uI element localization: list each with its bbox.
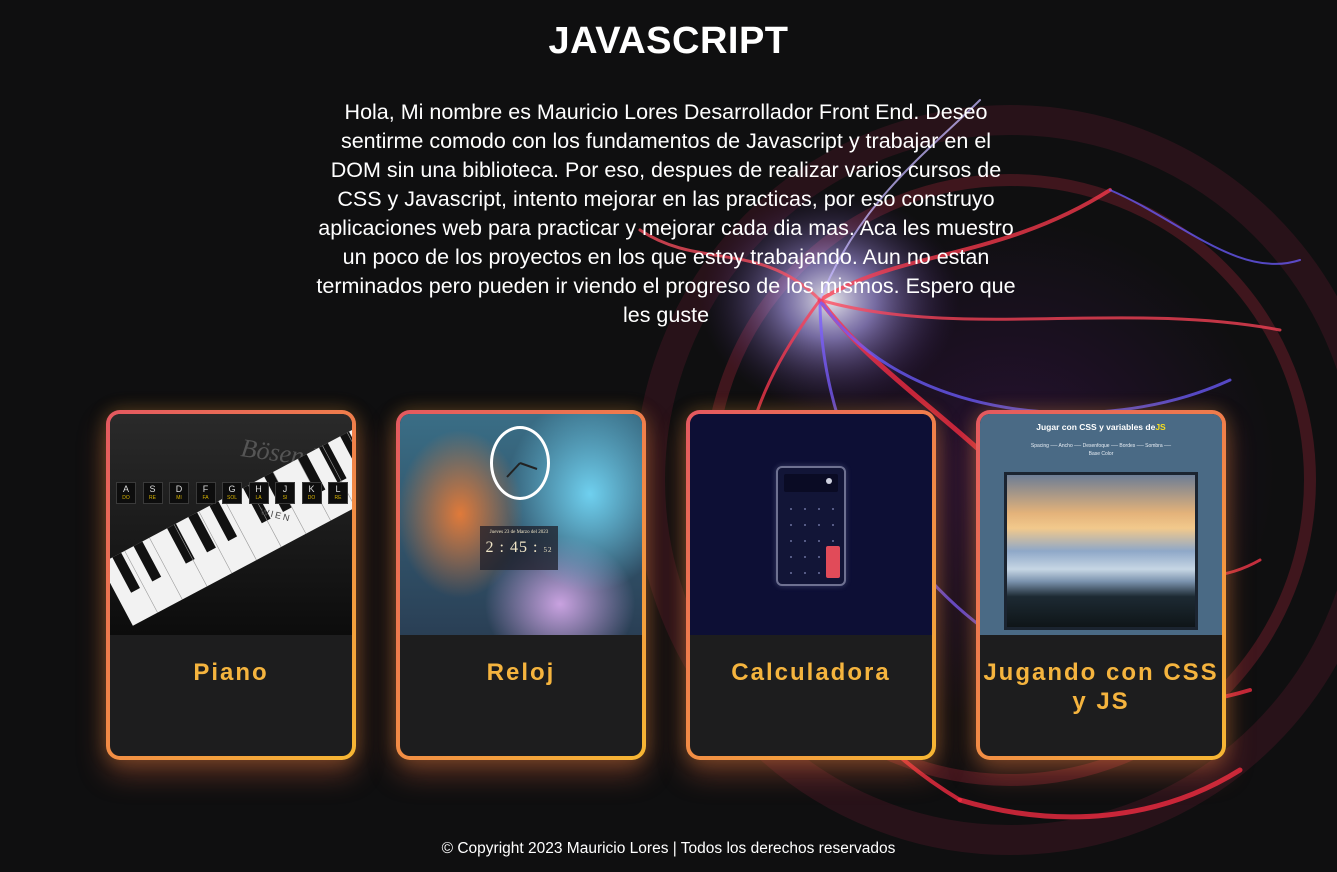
calc-key (832, 524, 834, 526)
piano-key-label: K DO (301, 482, 322, 504)
calc-key (832, 540, 834, 542)
footer-copyright: © Copyright 2023 Mauricio Lores | Todos … (441, 840, 896, 857)
calc-key (804, 524, 806, 526)
calc-key (818, 540, 820, 542)
project-card-css-js[interactable]: Jugar con CSS y variables deJS Spacing ─… (976, 410, 1226, 760)
calc-key (804, 540, 806, 542)
intro-paragraph: Hola, Mi nombre es Mauricio Lores Desarr… (316, 100, 1016, 327)
clock-display: Jueves 23 de Marzo del 2023 2 : 45 : 52 (480, 526, 558, 570)
clock-date: Jueves 23 de Marzo del 2023 (489, 530, 549, 535)
piano-key-label: G SOL (222, 482, 242, 504)
calc-key (804, 556, 806, 558)
card-title: Piano (193, 659, 269, 686)
card-body: Jueves 23 de Marzo del 2023 2 : 45 : 52 … (400, 414, 642, 756)
preview-heading: Jugar con CSS y variables deJS (1036, 422, 1166, 432)
calc-key (790, 508, 792, 510)
calculadora-preview-image (690, 414, 932, 635)
project-card-reloj[interactable]: Jueves 23 de Marzo del 2023 2 : 45 : 52 … (396, 410, 646, 760)
piano-key-label: D MI (169, 482, 189, 504)
card-title: Calculadora (731, 659, 891, 686)
preview-controls: Spacing ── Ancho ── Desenfoque ── Bordes… (1030, 443, 1172, 457)
calc-key (790, 556, 792, 558)
clock-face (490, 426, 550, 500)
calculator-graphic (776, 466, 846, 586)
piano-key-label: J SI (275, 482, 295, 504)
calc-key (790, 540, 792, 542)
project-card-calculadora[interactable]: Calculadora (686, 410, 936, 760)
css-js-preview-image: Jugar con CSS y variables deJS Spacing ─… (980, 414, 1222, 635)
card-body: Bösendorfer WIEN A DO S RE D MI F FA G S… (110, 414, 352, 756)
card-body: Calculadora (690, 414, 932, 756)
page-title: JAVASCRIPT (548, 20, 789, 62)
calc-key (818, 572, 820, 574)
piano-key-label: H LA (248, 482, 269, 504)
calc-key (832, 508, 834, 510)
landscape-photo (1004, 472, 1198, 630)
calc-key (804, 572, 806, 574)
calc-key (818, 508, 820, 510)
equals-key (826, 546, 840, 578)
card-body: Jugar con CSS y variables deJS Spacing ─… (980, 414, 1222, 756)
calc-key (790, 572, 792, 574)
piano-preview-image: Bösendorfer WIEN A DO S RE D MI F FA G S… (110, 414, 352, 635)
reloj-preview-image: Jueves 23 de Marzo del 2023 2 : 45 : 52 (400, 414, 642, 635)
clock-time: 2 : 45 : 52 (485, 539, 553, 556)
project-card-piano[interactable]: Bösendorfer WIEN A DO S RE D MI F FA G S… (106, 410, 356, 760)
calc-key (790, 524, 792, 526)
piano-keyboard-graphic: Bösendorfer WIEN (110, 423, 352, 626)
card-title: Reloj (486, 659, 556, 686)
piano-key-label: A DO (116, 482, 136, 504)
piano-key-label: F FA (195, 482, 216, 504)
piano-key-label: L RE (328, 482, 348, 504)
calc-key (818, 524, 820, 526)
calc-key (818, 556, 820, 558)
piano-key-label: S RE (142, 482, 163, 504)
card-title: Jugando con CSS y JS (983, 659, 1219, 715)
calc-key (804, 508, 806, 510)
